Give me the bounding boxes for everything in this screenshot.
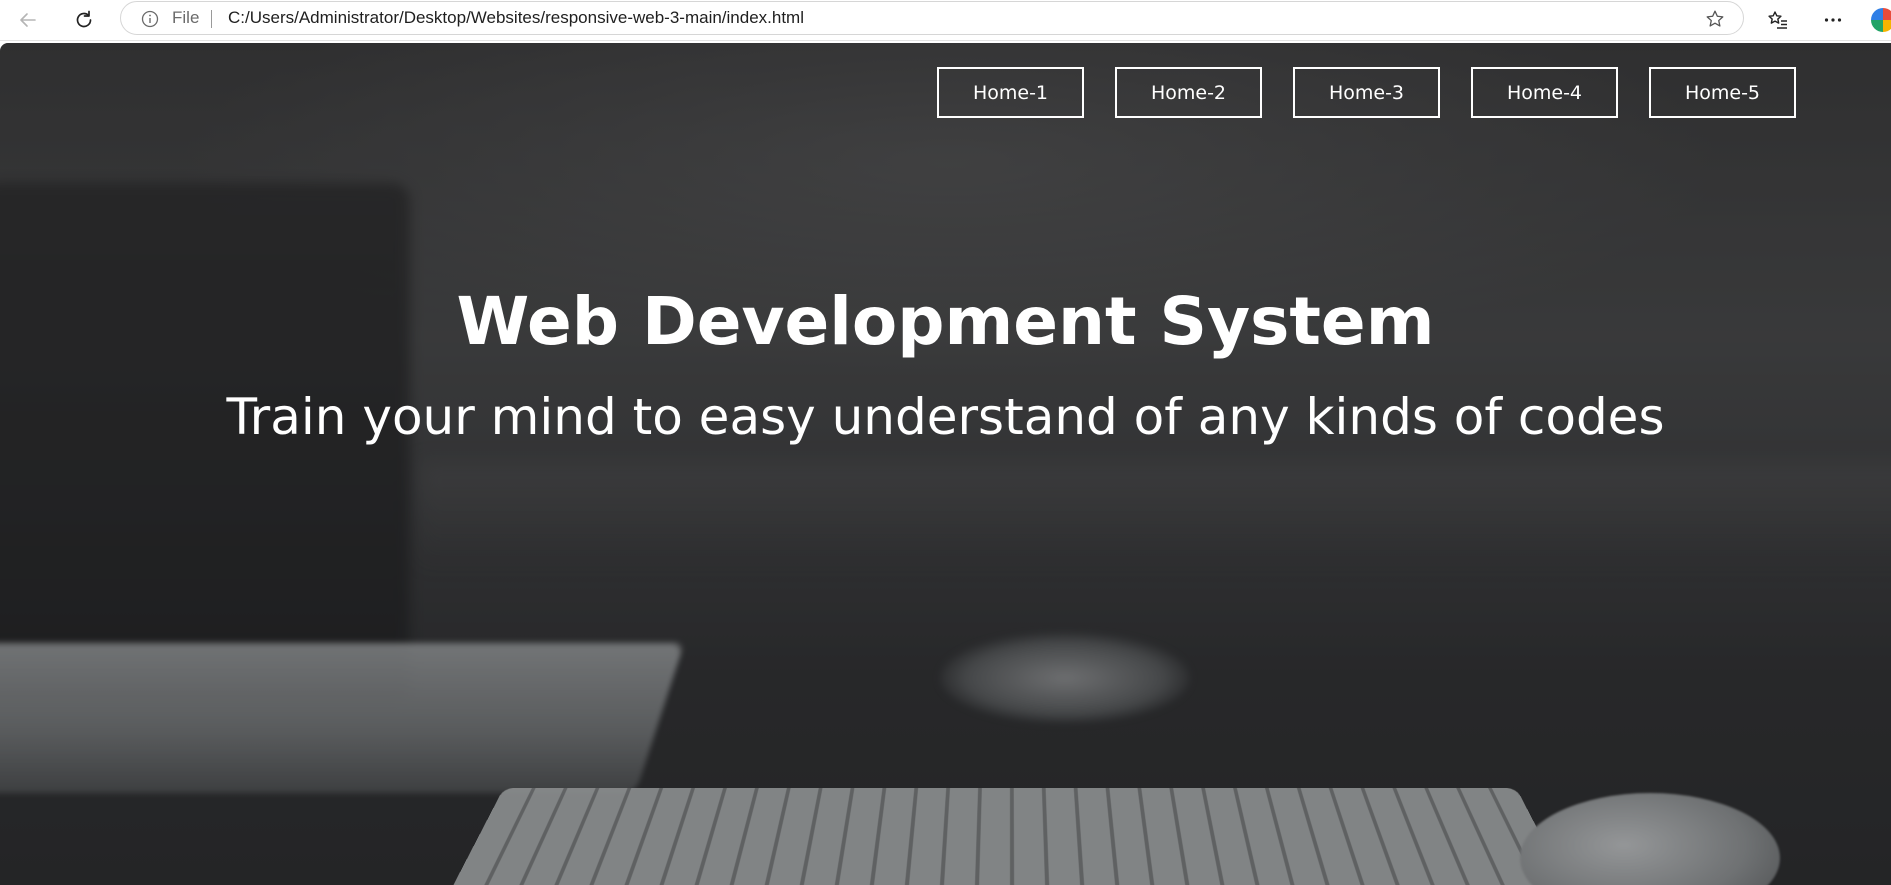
- page-viewport: Home-1 Home-2 Home-3 Home-4 Home-5 Web D…: [0, 43, 1891, 885]
- nav-home-1-button[interactable]: Home-1: [937, 67, 1084, 118]
- hero-subtitle: Train your mind to easy understand of an…: [226, 388, 1665, 446]
- main-nav: Home-1 Home-2 Home-3 Home-4 Home-5: [937, 67, 1796, 118]
- scheme-label: File: [172, 8, 200, 27]
- back-arrow-icon[interactable]: [12, 4, 44, 36]
- hero-section: Home-1 Home-2 Home-3 Home-4 Home-5 Web D…: [0, 43, 1891, 885]
- address-bar[interactable]: File C:/Users/Administrator/Desktop/Webs…: [120, 1, 1744, 35]
- url-text[interactable]: C:/Users/Administrator/Desktop/Websites/…: [228, 8, 804, 28]
- nav-home-3-button[interactable]: Home-3: [1293, 67, 1440, 118]
- info-icon[interactable]: [141, 10, 159, 28]
- hero-overlay: [0, 43, 1891, 885]
- nav-home-2-button[interactable]: Home-2: [1115, 67, 1262, 118]
- more-icon[interactable]: [1817, 4, 1849, 36]
- nav-home-4-button[interactable]: Home-4: [1471, 67, 1618, 118]
- nav-home-5-button[interactable]: Home-5: [1649, 67, 1796, 118]
- favorites-icon[interactable]: [1762, 4, 1794, 36]
- reload-icon[interactable]: [68, 4, 100, 36]
- star-icon[interactable]: [1705, 9, 1725, 29]
- address-separator: [211, 10, 212, 28]
- hero-title: Web Development System: [456, 283, 1435, 360]
- browser-toolbar: File C:/Users/Administrator/Desktop/Webs…: [0, 0, 1891, 41]
- profile-icon[interactable]: [1871, 8, 1891, 32]
